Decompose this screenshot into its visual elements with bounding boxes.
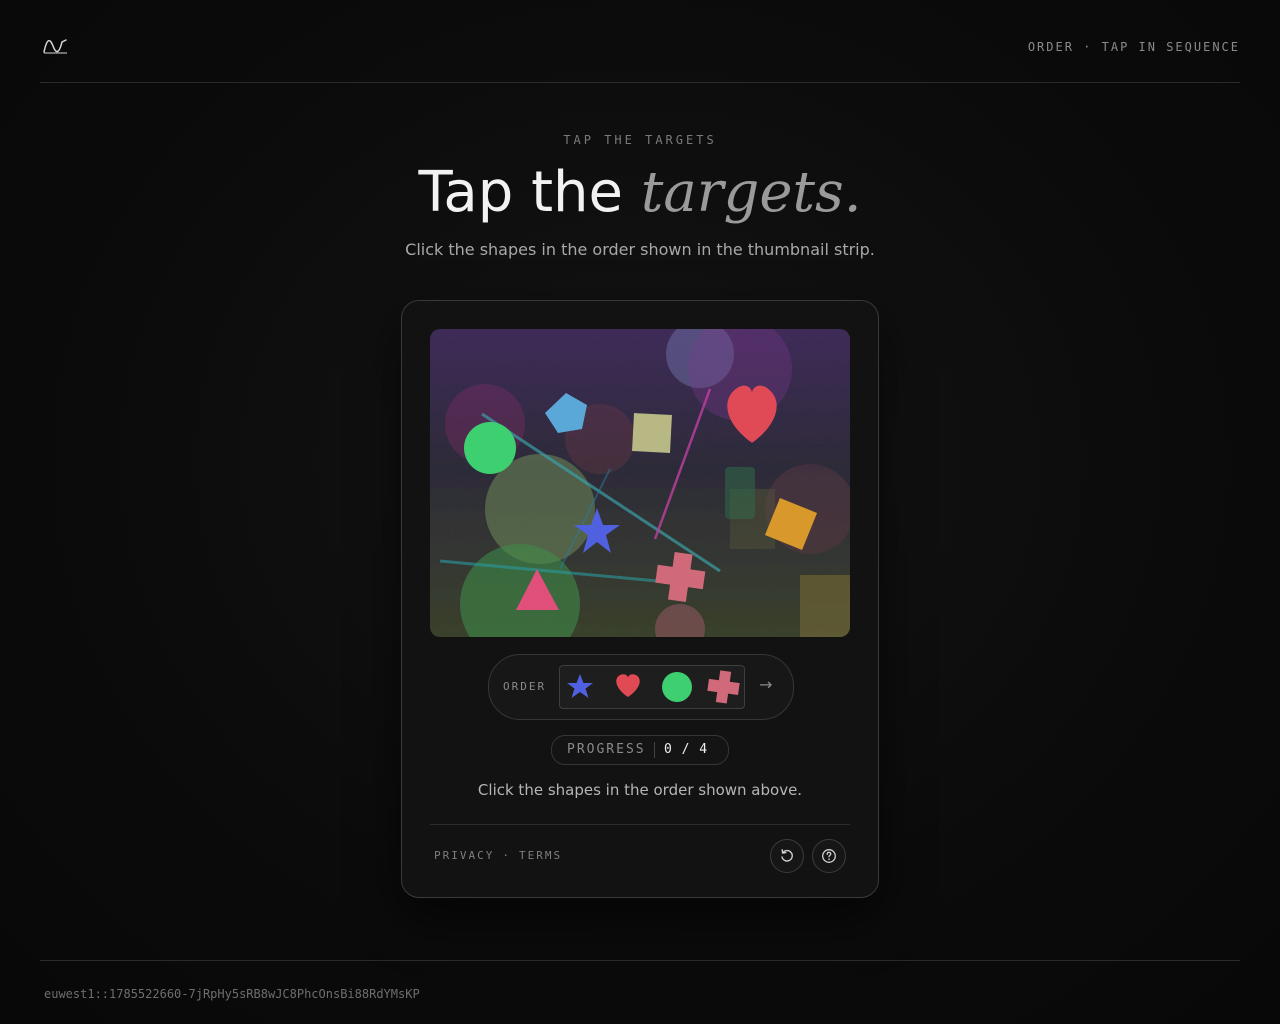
progress-indicator: PROGRESS 0 / 4 xyxy=(551,735,729,765)
progress-value: 0 / 4 xyxy=(664,742,709,757)
progress-divider xyxy=(654,742,655,758)
eyebrow-label: TAP THE TARGETS xyxy=(563,133,717,147)
card-divider xyxy=(430,824,850,825)
privacy-link[interactable]: PRIVACY xyxy=(434,849,494,862)
order-label: ORDER xyxy=(503,680,547,693)
progress-label: PROGRESS xyxy=(567,742,646,757)
page-subtitle: Click the shapes in the order shown in t… xyxy=(405,240,875,259)
order-thumbnail-strip xyxy=(559,665,745,709)
link-separator: · xyxy=(502,849,511,862)
decoy-blob xyxy=(800,575,850,637)
terms-link[interactable]: TERMS xyxy=(519,849,562,862)
order-heart-icon xyxy=(616,674,640,697)
title-plain: Tap the xyxy=(418,160,623,225)
order-circle-icon xyxy=(662,672,692,702)
help-button[interactable] xyxy=(812,839,846,873)
order-strip-container: ORDER → xyxy=(488,654,794,720)
challenge-card: ORDER → PROGRESS 0 / 4 Click the shapes … xyxy=(401,300,879,898)
title-italic: targets. xyxy=(640,160,862,225)
help-icon xyxy=(822,849,836,863)
order-star-icon xyxy=(567,674,593,698)
order-cross-icon xyxy=(707,670,740,704)
order-next-arrow[interactable]: → xyxy=(759,675,772,694)
challenge-canvas[interactable] xyxy=(430,329,850,637)
instruction-text: Click the shapes in the order shown abov… xyxy=(477,781,803,799)
footer-divider xyxy=(40,960,1240,961)
reload-icon xyxy=(781,849,793,862)
mode-label: ORDER · TAP IN SEQUENCE xyxy=(1027,40,1240,54)
session-id: euwest1::1785522660-7jRpHy5sRB8wJC8PhcOn… xyxy=(44,987,420,1001)
shape-circle[interactable] xyxy=(464,422,516,474)
top-bar: ORDER · TAP IN SEQUENCE xyxy=(40,0,1240,83)
reload-button[interactable] xyxy=(770,839,804,873)
wave-logo-icon xyxy=(43,39,67,54)
decoy-blob xyxy=(725,467,755,519)
shape-square[interactable] xyxy=(632,413,672,453)
page-title: Tap the targets. xyxy=(0,160,1280,226)
footer-links: PRIVACY · TERMS xyxy=(434,849,562,862)
